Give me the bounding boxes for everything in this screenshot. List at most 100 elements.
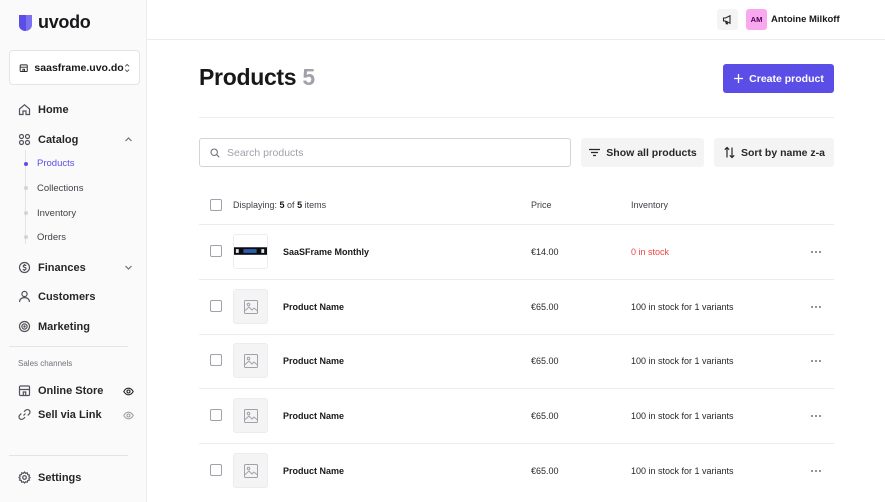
subnav-inventory[interactable]: Inventory bbox=[37, 208, 76, 219]
nav-sell-via-link[interactable]: Sell via Link bbox=[18, 408, 102, 421]
target-icon bbox=[18, 320, 31, 333]
more-options-icon[interactable] bbox=[810, 469, 822, 473]
eye-icon[interactable] bbox=[123, 386, 134, 397]
displaying-suffix: items bbox=[302, 200, 327, 210]
link-icon bbox=[18, 408, 31, 421]
subnav-products[interactable]: Products bbox=[37, 158, 75, 169]
catalog-icon bbox=[18, 133, 31, 146]
page-title-text: Products bbox=[199, 64, 297, 90]
image-placeholder-icon bbox=[243, 299, 258, 314]
nav-marketing-label: Marketing bbox=[38, 320, 90, 333]
more-options-icon[interactable] bbox=[810, 305, 822, 309]
nav-home-label: Home bbox=[38, 103, 69, 116]
image-placeholder-icon bbox=[243, 353, 258, 368]
logo[interactable]: uvodo bbox=[18, 12, 91, 33]
row-checkbox[interactable] bbox=[210, 409, 222, 421]
product-name[interactable]: Product Name bbox=[283, 466, 344, 476]
store-switcher[interactable]: saasframe.uvo.do bbox=[9, 50, 140, 85]
create-product-button[interactable]: Create product bbox=[723, 64, 834, 93]
product-price: €65.00 bbox=[531, 411, 559, 421]
row-checkbox[interactable] bbox=[210, 464, 222, 476]
subnav-dot-active bbox=[23, 162, 28, 166]
sort-arrows-icon bbox=[724, 146, 735, 159]
nav-sell-via-link-label: Sell via Link bbox=[38, 408, 102, 421]
row-divider bbox=[199, 388, 834, 389]
product-thumbnail[interactable] bbox=[233, 289, 268, 324]
nav-home[interactable]: Home bbox=[18, 103, 69, 116]
product-price: €65.00 bbox=[531, 466, 559, 476]
product-name[interactable]: SaaSFrame Monthly bbox=[283, 247, 369, 257]
search-box[interactable] bbox=[199, 138, 571, 167]
sort-button[interactable]: Sort by name z-a bbox=[714, 138, 834, 167]
nav-finances[interactable]: Finances bbox=[18, 261, 86, 274]
sales-channels-label: Sales channels bbox=[18, 359, 73, 368]
row-divider bbox=[199, 334, 834, 335]
row-checkbox[interactable] bbox=[210, 245, 222, 257]
eye-icon[interactable] bbox=[123, 410, 134, 421]
column-header-price[interactable]: Price bbox=[531, 200, 552, 210]
home-icon bbox=[18, 104, 31, 116]
product-thumbnail[interactable] bbox=[233, 398, 268, 433]
store-icon bbox=[19, 63, 28, 72]
product-thumbnail[interactable] bbox=[233, 343, 268, 378]
nav-online-store-label: Online Store bbox=[38, 384, 104, 397]
sidebar-divider bbox=[9, 455, 128, 456]
more-options-icon[interactable] bbox=[810, 250, 822, 254]
more-options-icon[interactable] bbox=[810, 414, 822, 418]
nav-settings-label: Settings bbox=[38, 471, 82, 484]
header-divider bbox=[199, 117, 834, 118]
product-inventory: 0 in stock bbox=[631, 247, 670, 257]
product-image-icon bbox=[234, 247, 267, 255]
finances-icon bbox=[18, 261, 31, 274]
displaying-prefix: Displaying: bbox=[233, 200, 280, 210]
nav-customers[interactable]: Customers bbox=[18, 290, 95, 303]
product-count: 5 bbox=[302, 64, 315, 90]
sidebar: uvodo saasframe.uvo.do Home Catalog Prod… bbox=[0, 0, 147, 502]
product-price: €14.00 bbox=[531, 247, 559, 257]
product-price: €65.00 bbox=[531, 302, 559, 312]
avatar[interactable]: AM bbox=[746, 9, 767, 30]
nav-online-store[interactable]: Online Store bbox=[18, 384, 103, 397]
column-header-inventory[interactable]: Inventory bbox=[631, 200, 668, 210]
image-placeholder-icon bbox=[243, 408, 258, 423]
nav-catalog[interactable]: Catalog bbox=[18, 133, 78, 146]
uvodo-logo-icon bbox=[19, 14, 32, 31]
announcements-button[interactable] bbox=[717, 9, 738, 30]
displaying-count: Displaying: 5 of 5 items bbox=[233, 200, 326, 210]
store-icon bbox=[18, 385, 31, 397]
product-name[interactable]: Product Name bbox=[283, 302, 344, 312]
chevron-down-icon[interactable] bbox=[124, 263, 133, 272]
subnav-collections[interactable]: Collections bbox=[37, 183, 83, 194]
more-options-icon[interactable] bbox=[810, 359, 822, 363]
search-input[interactable] bbox=[227, 146, 547, 159]
nav-marketing[interactable]: Marketing bbox=[18, 320, 90, 333]
chevron-up-icon[interactable] bbox=[124, 135, 133, 144]
select-all-checkbox[interactable] bbox=[210, 199, 222, 211]
user-icon bbox=[18, 290, 31, 303]
row-checkbox[interactable] bbox=[210, 354, 222, 366]
product-inventory: 100 in stock for 1 variants bbox=[631, 302, 734, 312]
filter-button[interactable]: Show all products bbox=[581, 138, 704, 167]
row-divider bbox=[199, 224, 834, 225]
user-name[interactable]: Antoine Milkoff bbox=[771, 14, 840, 25]
product-name[interactable]: Product Name bbox=[283, 356, 344, 366]
subnav-dot bbox=[23, 186, 28, 190]
product-thumbnail[interactable] bbox=[233, 234, 268, 269]
subnav-dot bbox=[23, 211, 28, 215]
product-inventory: 100 in stock for 1 variants bbox=[631, 356, 734, 366]
product-name[interactable]: Product Name bbox=[283, 411, 344, 421]
row-checkbox[interactable] bbox=[210, 300, 222, 312]
nav-catalog-label: Catalog bbox=[38, 133, 79, 146]
page-title: Products 5 bbox=[199, 64, 315, 91]
product-thumbnail[interactable] bbox=[233, 453, 268, 488]
row-divider bbox=[199, 443, 834, 444]
row-divider bbox=[199, 279, 834, 280]
plus-icon bbox=[734, 74, 744, 83]
image-placeholder-icon bbox=[243, 463, 258, 478]
create-product-label: Create product bbox=[749, 72, 824, 85]
nav-settings[interactable]: Settings bbox=[18, 471, 81, 484]
subnav-orders[interactable]: Orders bbox=[37, 232, 66, 243]
sort-label: Sort by name z-a bbox=[740, 146, 826, 159]
megaphone-icon bbox=[722, 14, 731, 25]
store-name: saasframe.uvo.do bbox=[34, 61, 124, 74]
